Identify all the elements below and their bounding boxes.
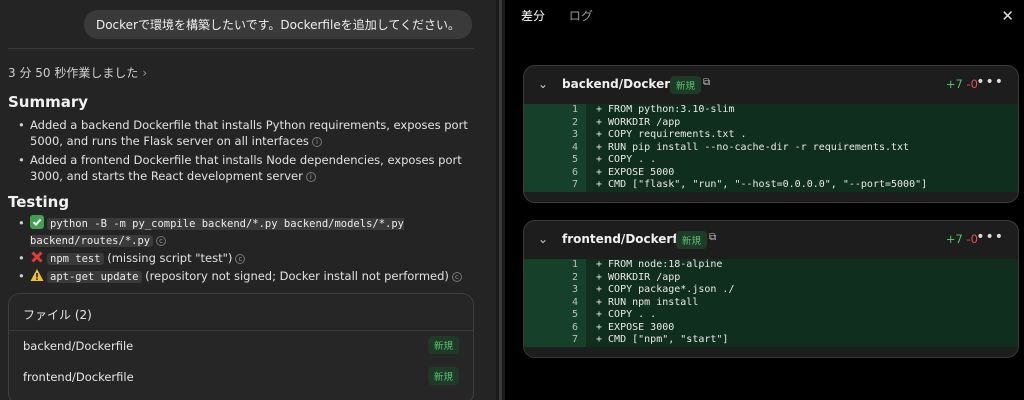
files-card: ファイル (2) backend/Dockerfile 新規 frontend/… bbox=[8, 293, 474, 400]
test-command: apt-get update bbox=[47, 271, 142, 283]
divider bbox=[9, 330, 473, 331]
diff-line: 3 + COPY package*.json ./ bbox=[524, 284, 1018, 297]
diff-tabs: 差分 ログ bbox=[521, 7, 613, 24]
citation-icon[interactable]: c bbox=[235, 253, 246, 264]
file-row-frontend[interactable]: frontend/Dockerfile 新規 bbox=[23, 367, 459, 387]
cross-icon bbox=[31, 251, 43, 263]
tab-log[interactable]: ログ bbox=[569, 7, 593, 24]
chevron-down-icon[interactable]: ⌄ bbox=[538, 77, 548, 91]
new-badge: 新規 bbox=[427, 336, 459, 354]
test-command: python -B -m py_compile backend/*.py bac… bbox=[30, 218, 405, 247]
diff-stats: +7 -0 bbox=[945, 77, 978, 91]
new-badge: 新規 bbox=[676, 231, 708, 249]
warning-icon bbox=[30, 269, 44, 281]
resize-grip bbox=[499, 0, 502, 400]
summary-item: Added a backend Dockerfile that installs… bbox=[18, 117, 470, 149]
more-options-icon[interactable]: ••• bbox=[976, 229, 1004, 245]
work-duration-toggle[interactable]: 3 分 50 秒作業しました › bbox=[8, 64, 147, 81]
diff-line: 4 + RUN npm install bbox=[524, 296, 1018, 309]
citation-icon[interactable]: c bbox=[156, 235, 167, 246]
diff-body: 1 + FROM python:3.10-slim 2 + WORKDIR /app… bbox=[524, 104, 1018, 192]
testing-item: apt-get update (repository not signed; D… bbox=[18, 268, 470, 285]
diff-line: 5 + COPY . . bbox=[524, 154, 1018, 167]
diff-stats: +7 -0 bbox=[945, 232, 978, 246]
diff-body: 1 + FROM node:18-alpine 2 + WORKDIR /app 3… bbox=[524, 259, 1018, 347]
check-icon bbox=[30, 215, 44, 229]
diff-line: 1 + FROM node:18-alpine bbox=[524, 259, 1018, 272]
summary-item: Added a frontend Dockerfile that install… bbox=[18, 152, 470, 184]
testing-item: npm test (missing script "test")c bbox=[18, 250, 470, 267]
test-note: (missing script "test") bbox=[107, 251, 233, 265]
diff-file-name: frontend/Dockerfile bbox=[562, 232, 694, 246]
diff-line: 1 + FROM python:3.10-slim bbox=[524, 104, 1018, 117]
diff-header[interactable]: ⌄ frontend/Dockerfile 新規 ⧉ +7 -0 ••• bbox=[524, 221, 1018, 259]
diff-line: 6 + EXPOSE 3000 bbox=[524, 321, 1018, 334]
chevron-right-icon: › bbox=[142, 66, 148, 80]
diff-card-backend: ⌄ backend/Dockerfile 新規 ⧉ +7 -0 ••• 1 + F… bbox=[523, 65, 1019, 203]
diff-card-frontend: ⌄ frontend/Dockerfile 新規 ⧉ +7 -0 ••• 1 + … bbox=[523, 220, 1019, 358]
citation-icon[interactable]: i bbox=[311, 136, 322, 147]
copy-icon[interactable]: ⧉ bbox=[709, 232, 716, 243]
diff-line: 3 + COPY requirements.txt . bbox=[524, 129, 1018, 142]
testing-list: python -B -m py_compile backend/*.py bac… bbox=[18, 215, 470, 286]
divider bbox=[8, 48, 474, 49]
work-duration-label: 3 分 50 秒作業しました bbox=[8, 66, 139, 80]
diff-header[interactable]: ⌄ backend/Dockerfile 新規 ⧉ +7 -0 ••• bbox=[524, 66, 1018, 104]
copy-icon[interactable]: ⧉ bbox=[703, 77, 710, 88]
diff-line: 4 + RUN pip install --no-cache-dir -r req… bbox=[524, 141, 1018, 154]
test-note: (repository not signed; Docker install n… bbox=[145, 269, 449, 283]
summary-heading: Summary bbox=[8, 93, 89, 111]
citation-icon[interactable]: i bbox=[305, 171, 316, 182]
diff-line: 2 + WORKDIR /app bbox=[524, 116, 1018, 129]
citation-icon[interactable]: c bbox=[451, 271, 462, 282]
tab-diff[interactable]: 差分 bbox=[521, 7, 545, 24]
testing-item: python -B -m py_compile backend/*.py bac… bbox=[18, 215, 470, 249]
summary-list: Added a backend Dockerfile that installs… bbox=[18, 117, 470, 187]
files-title: ファイル (2) bbox=[23, 308, 92, 322]
user-message-bubble: Dockerで環境を構築したいです。Dockerfileを追加してください。 bbox=[83, 10, 472, 39]
new-badge: 新規 bbox=[670, 76, 702, 94]
test-command: npm test bbox=[47, 253, 104, 265]
file-name: backend/Dockerfile bbox=[23, 339, 134, 353]
new-badge: 新規 bbox=[427, 367, 459, 385]
close-icon[interactable]: ✕ bbox=[1001, 7, 1014, 25]
diff-line: 2 + WORKDIR /app bbox=[524, 271, 1018, 284]
diff-line: 6 + EXPOSE 5000 bbox=[524, 166, 1018, 179]
diff-line: 7 + CMD ["flask", "run", "--host=0.0.0.0"… bbox=[524, 179, 1018, 192]
diff-line: 7 + CMD ["npm", "start"] bbox=[524, 334, 1018, 347]
diff-panel: 差分 ログ ✕ ⌄ backend/Dockerfile 新規 ⧉ +7 -0 … bbox=[505, 0, 1024, 400]
conversation-panel: Dockerで環境を構築したいです。Dockerfileを追加してください。 3… bbox=[0, 0, 496, 400]
chevron-down-icon[interactable]: ⌄ bbox=[538, 232, 548, 246]
file-row-backend[interactable]: backend/Dockerfile 新規 bbox=[23, 336, 459, 356]
file-name: frontend/Dockerfile bbox=[23, 370, 134, 384]
testing-heading: Testing bbox=[8, 193, 70, 211]
panel-resize-handle[interactable] bbox=[496, 0, 505, 400]
diff-line: 5 + COPY . . bbox=[524, 309, 1018, 322]
more-options-icon[interactable]: ••• bbox=[976, 74, 1004, 90]
